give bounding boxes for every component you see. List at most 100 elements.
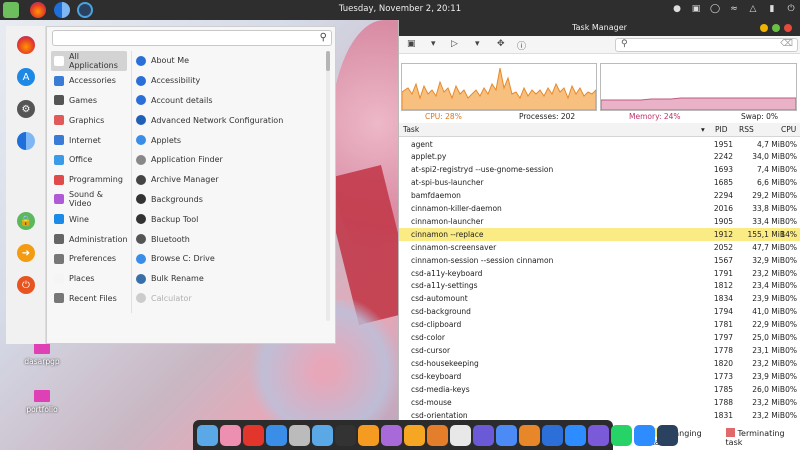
table-row[interactable]: applet.py 2242 34,0 MiB 0% [399,151,800,164]
category-item[interactable]: Recent Files [51,289,127,309]
table-row[interactable]: csd-background 1794 41,0 MiB 0% [399,306,800,319]
app-item[interactable]: Archive Manager [134,170,324,190]
category-item[interactable]: Programming [51,170,127,190]
purple-app-icon[interactable] [473,424,494,446]
power-icon[interactable]: ⏻ [17,276,35,294]
video-icon[interactable]: ▣ [691,4,701,15]
pen-icon[interactable] [220,424,241,446]
category-item[interactable]: Preferences [51,249,127,269]
table-row[interactable]: bamfdaemon 2294 29,2 MiB 0% [399,190,800,203]
zoom-icon[interactable] [565,424,586,446]
folder-icon[interactable] [312,424,333,446]
orange-app-icon[interactable] [519,424,540,446]
minimize-button[interactable] [760,24,768,32]
column-rss[interactable]: RSS [739,125,754,134]
category-item[interactable]: Wine [51,209,127,229]
table-row[interactable]: at-spi2-registryd --use-gnome-session 169… [399,164,800,177]
category-item[interactable]: Accessories [51,71,127,91]
table-row[interactable]: csd-mouse 1788 23,2 MiB 0% [399,396,800,409]
table-row[interactable]: csd-cursor 1778 23,1 MiB 0% [399,345,800,358]
category-item[interactable]: Sound & Video [51,190,127,210]
app-item[interactable]: Accessibility [134,71,324,91]
finder-icon[interactable] [266,424,287,446]
app-item[interactable]: Advanced Network Configuration [134,110,324,130]
desktop-icon-portfolio[interactable]: portfolio [22,390,62,414]
table-row[interactable]: agent 1951 4,7 MiB 0% [399,138,800,151]
shield-icon[interactable]: ◯ [710,4,720,15]
circle-app-icon[interactable] [381,424,402,446]
table-row[interactable]: csd-color 1797 25,0 MiB 0% [399,332,800,345]
firefox-icon[interactable] [17,36,35,54]
gauge-icon[interactable] [657,424,678,446]
table-row[interactable]: csd-keyboard 1773 23,9 MiB 0% [399,370,800,383]
table-row[interactable]: at-spi-bus-launcher 1685 6,6 MiB 0% [399,177,800,190]
category-item[interactable]: Administration [51,229,128,249]
column-pid[interactable]: PID [715,125,728,134]
column-cpu[interactable]: CPU [781,125,796,134]
app-item[interactable]: Application Finder [134,150,324,170]
eye-app-icon[interactable] [588,424,609,446]
table-row[interactable]: cinnamon-screensaver 2052 47,7 MiB 0% [399,241,800,254]
app-item[interactable]: About Me [134,51,324,71]
battery-icon[interactable]: ▮ [767,4,777,15]
table-row[interactable]: cinnamon --replace 1912 155,1 MiB 14% [399,228,800,242]
app-item[interactable]: Browse C: Drive [134,249,324,269]
category-item[interactable]: All Applications [51,51,127,71]
clear-icon[interactable]: ⌫ [780,39,793,49]
desktop-icon-dasarpgp[interactable]: dasarpgp [22,342,62,366]
app-store-icon[interactable]: A [17,68,35,86]
lock-icon[interactable]: 🔒 [17,212,35,230]
chevron-down-icon[interactable]: ▾ [475,39,480,49]
sort-chevron-icon[interactable]: ▾ [701,125,705,134]
finder-icon[interactable] [17,132,35,150]
category-item[interactable]: Internet [51,130,127,150]
table-row[interactable]: csd-housekeeping 1820 23,2 MiB 0% [399,357,800,370]
maximize-button[interactable] [772,24,780,32]
app-item[interactable]: Bluetooth [134,229,324,249]
terminal-icon[interactable] [335,424,356,446]
category-item[interactable]: Games [51,91,127,111]
mail-icon[interactable] [197,424,218,446]
info-icon[interactable]: ⓘ [517,39,526,52]
firefox-icon[interactable] [243,424,264,446]
app-item[interactable]: Backup Tool [134,209,324,229]
menu-search-input[interactable]: ⚲ [52,30,332,46]
app-item[interactable]: Applets [134,130,324,150]
chevron-down-icon[interactable]: ▾ [431,39,436,49]
app-item[interactable]: Backgrounds [134,190,324,210]
app-item[interactable]: Bulk Rename [134,269,324,289]
category-item[interactable]: Graphics [51,110,127,130]
category-item[interactable]: Office [51,150,127,170]
task-search-input[interactable]: ⚲ ⌫ [615,38,798,52]
table-row[interactable]: cinnamon-launcher 1905 33,4 MiB 0% [399,215,800,228]
power-icon[interactable]: ⏻ [786,4,796,15]
menu-scrollbar[interactable] [326,51,330,321]
table-row[interactable]: csd-a11y-keyboard 1791 23,2 MiB 0% [399,267,800,280]
volume-icon[interactable]: △ [748,4,758,15]
crosshair-icon[interactable]: ✥ [497,39,505,49]
notification-bell-icon[interactable]: ● [672,4,682,15]
column-task[interactable]: Task [403,125,419,134]
clock-icon[interactable] [427,424,448,446]
video-app-icon[interactable] [542,424,563,446]
app-item[interactable]: Calculator [134,289,324,309]
vlc-icon[interactable] [404,424,425,446]
sublime-icon[interactable] [358,424,379,446]
trash-icon[interactable] [289,424,310,446]
logout-icon[interactable]: ➜ [17,244,35,262]
table-row[interactable]: csd-clipboard 1781 22,9 MiB 0% [399,319,800,332]
scrollbar-thumb[interactable] [326,51,330,71]
whatsapp-icon[interactable] [611,424,632,446]
table-row[interactable]: csd-a11y-settings 1812 23,4 MiB 0% [399,280,800,293]
messenger-icon[interactable] [634,424,655,446]
window-titlebar[interactable]: Task Manager [399,20,800,36]
table-row[interactable]: csd-media-keys 1785 26,0 MiB 0% [399,383,800,396]
table-row[interactable]: cinnamon-session --session cinnamon 1567 3… [399,254,800,267]
table-row[interactable]: csd-automount 1834 23,9 MiB 0% [399,293,800,306]
category-item[interactable]: Places [51,269,127,289]
chrome-icon[interactable] [496,424,517,446]
wifi-icon[interactable]: ≈ [729,4,739,15]
settings-icon[interactable]: ⚙ [17,100,35,118]
files-icon[interactable] [450,424,471,446]
play-icon[interactable]: ▷ [451,39,458,49]
